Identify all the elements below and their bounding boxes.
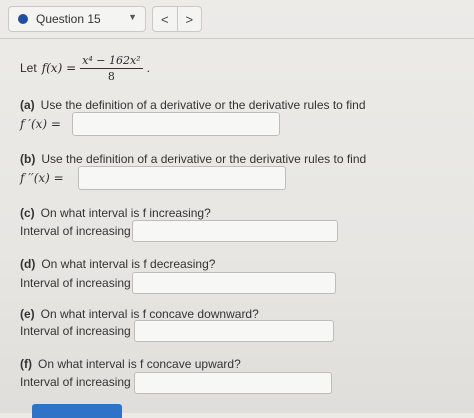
submit-button[interactable] [32,404,122,418]
part-f-label: (f) [20,357,32,371]
part-b-label: (b) [20,152,36,166]
part-c-text: On what interval is f increasing? [40,206,211,220]
part-e-prompt: (e) On what interval is f concave downwar… [20,307,259,321]
question-label: Question 15 [36,12,101,26]
increasing-interval-input[interactable] [132,220,338,242]
prev-question-button[interactable]: < [153,7,177,31]
part-e-text: On what interval is f concave downward? [40,307,259,321]
part-d-prompt: (d) On what interval is f decreasing? [20,257,215,271]
let-text: Let [20,61,37,75]
next-question-button[interactable]: > [178,7,202,31]
increasing-interval-label: Interval of increasing = [20,224,142,238]
part-e-label: (e) [20,307,35,321]
part-d-answer-label: Interval of increasing = [20,276,141,290]
end-punctuation: . [146,61,150,75]
function-definition: Let f(x) = x⁴ − 162x² 8 . [20,52,150,84]
part-c-answer-label: Interval of increasing = [20,224,141,238]
part-f-answer-label: Interval of increasing = [20,375,141,389]
concave-up-interval-label: Interval of increasing = [20,375,142,389]
concave-down-interval-input[interactable] [134,320,334,342]
part-b-text: Use the definition of a derivative or th… [41,152,367,166]
second-derivative-label: f ′′(x) = [20,171,64,185]
part-d-text: On what interval is f decreasing? [41,257,216,271]
chevron-down-icon: ▼ [128,12,137,22]
function-fraction: x⁴ − 162x² 8 [80,53,143,83]
part-f-prompt: (f) On what interval is f concave upward? [20,357,241,371]
part-c-prompt: (c) On what interval is f increasing? [20,206,211,220]
part-a-label: (a) [20,98,35,112]
function-lhs: f(x) = [41,61,77,75]
part-b-prompt: (b) Use the definition of a derivative or… [20,152,366,166]
part-e-answer-label: Interval of increasing = [20,324,141,338]
part-f-text: On what interval is f concave upward? [38,357,241,371]
question-nav: < > [152,6,202,32]
part-a-answer-label: f ′(x) = [20,117,61,131]
part-b-answer-label: f ′′(x) = [20,171,64,185]
part-a-prompt: (a) Use the definition of a derivative or… [20,98,366,112]
first-derivative-label: f ′(x) = [20,117,61,131]
toolbar-divider [0,38,474,39]
decreasing-interval-input[interactable] [132,272,336,294]
concave-down-interval-label: Interval of increasing = [20,324,142,338]
fraction-numerator: x⁴ − 162x² [80,53,143,69]
fraction-denominator: 8 [107,69,115,83]
concave-up-interval-input[interactable] [134,372,332,394]
decreasing-interval-label: Interval of increasing = [20,276,142,290]
second-derivative-input[interactable] [78,166,286,190]
question-selector[interactable]: Question 15 ▼ [8,6,146,32]
status-dot-icon [18,14,28,24]
part-c-label: (c) [20,206,35,220]
part-a-text: Use the definition of a derivative or th… [40,98,366,112]
part-d-label: (d) [20,257,36,271]
question-toolbar: Question 15 ▼ < > [0,0,474,38]
first-derivative-input[interactable] [72,112,280,136]
